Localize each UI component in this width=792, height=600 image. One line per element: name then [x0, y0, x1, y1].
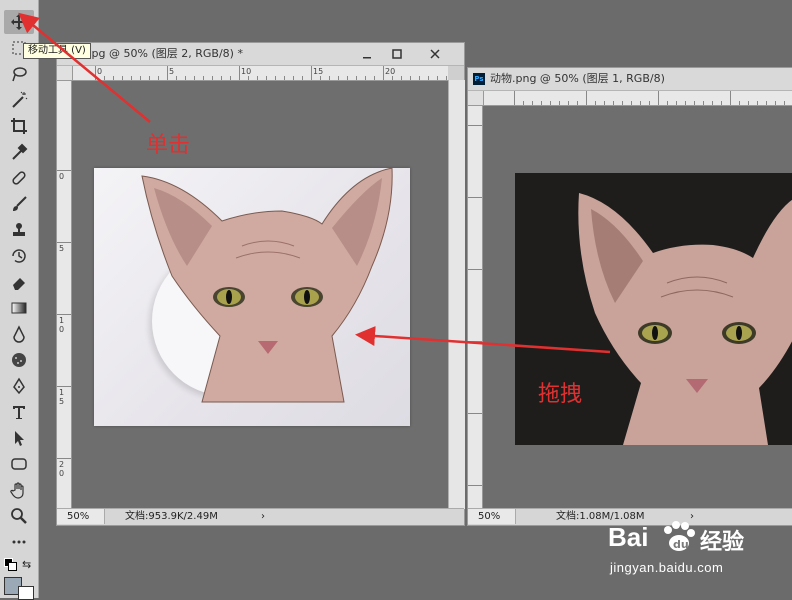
click-annotation-label: 单击 — [146, 133, 191, 158]
baidu-jingyan-watermark: Bai du 经验 jingyan.baidu.com — [608, 520, 788, 580]
annotation-arrows — [18, 12, 611, 354]
watermark-url: jingyan.baidu.com — [610, 560, 724, 575]
drag-arrow — [355, 326, 611, 354]
click-arrow — [18, 12, 151, 123]
paw-icon: du — [664, 521, 695, 551]
drag-annotation-label: 拖拽 — [538, 382, 583, 407]
svg-text:du: du — [673, 538, 689, 551]
watermark-brand-suffix: 经验 — [700, 530, 745, 555]
watermark-brand: Bai — [608, 522, 649, 552]
